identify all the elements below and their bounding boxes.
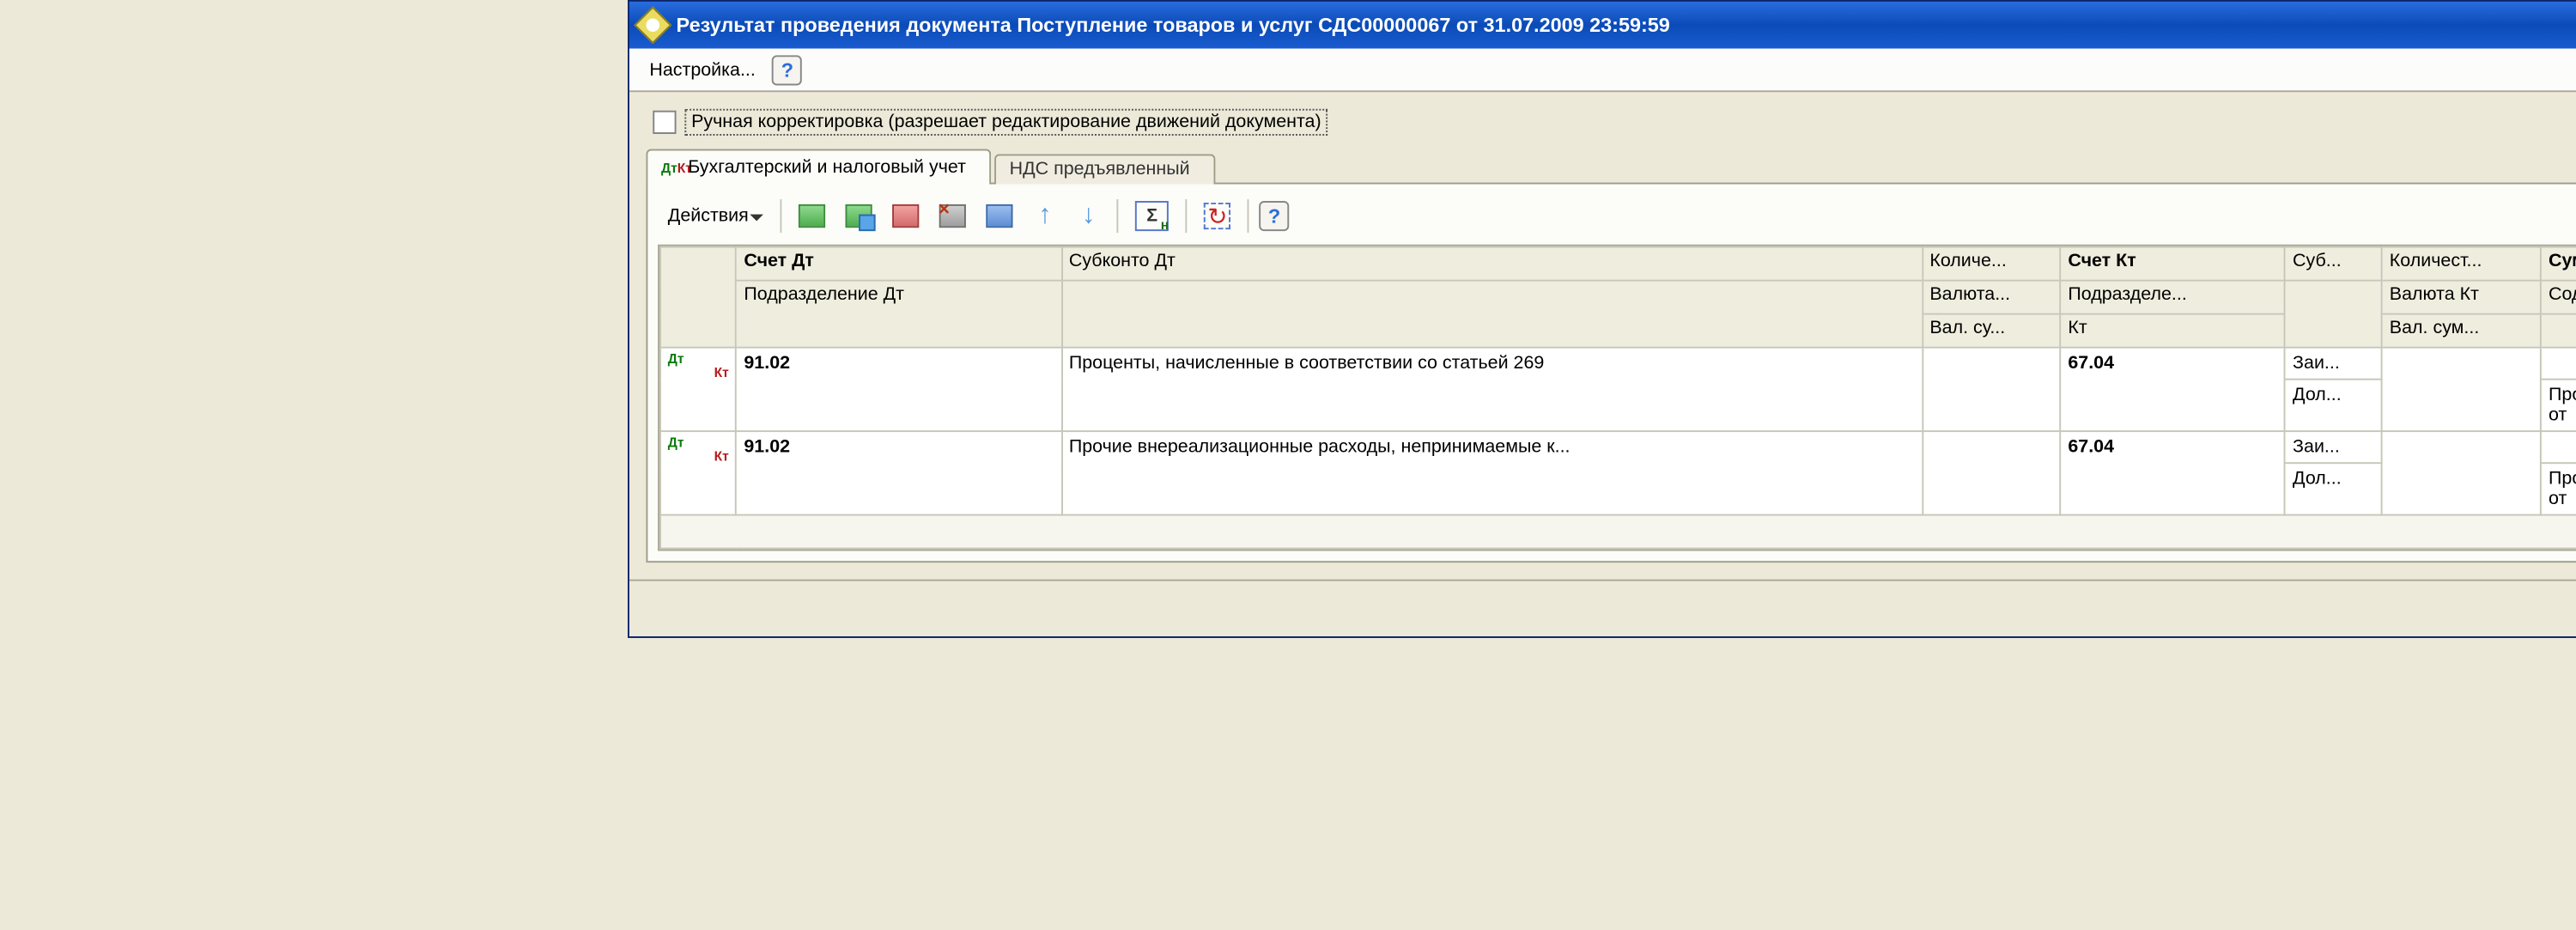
col-department-kt[interactable]: Подразделе...: [2061, 281, 2286, 314]
menu-settings[interactable]: Настройка...: [643, 56, 762, 82]
add-icon: [799, 204, 825, 228]
grid-footer-row: [660, 515, 2576, 549]
cell-account-kt[interactable]: 67.04: [2061, 431, 2286, 515]
cell-sub-kt-2[interactable]: Дол...: [2285, 463, 2382, 514]
tab-accounting-label: Бухгалтерский и налоговый учет: [688, 157, 966, 177]
actions-dropdown[interactable]: Действия: [661, 198, 770, 234]
col-account-kt[interactable]: Счет Кт: [2061, 247, 2286, 281]
toolbar-separator: [1117, 199, 1119, 233]
dtkt-icon: ДтКт: [661, 161, 681, 173]
manual-correction-checkbox[interactable]: [653, 111, 676, 134]
mark-delete-button[interactable]: [933, 198, 973, 234]
toolbar-separator: [1186, 199, 1188, 233]
grid-header: Счет Дт Субконто Дт Количе... Счет Кт Су…: [660, 247, 2576, 348]
cell-sum[interactable]: 79 623,29: [2541, 348, 2576, 380]
tab-vat[interactable]: НДС предъявленный: [994, 154, 1215, 184]
grid-body: ДтКт 91.02 Проценты, начисленные в соотв…: [660, 348, 2576, 549]
grid-toolbar: Действия ↑ ↓ Σн ↻ ?: [658, 194, 2576, 245]
col-currency-kt[interactable]: Валюта Кт: [2382, 281, 2541, 314]
cell-sub-kt-2[interactable]: Дол...: [2285, 380, 2382, 431]
form-body: Ручная корректировка (разрешает редактир…: [629, 92, 2576, 579]
col-sub-kt-2[interactable]: [2285, 281, 2382, 348]
spacer: [646, 562, 2576, 580]
mark-delete-icon: [939, 204, 966, 228]
accounting-grid: Счет Дт Субконто Дт Количе... Счет Кт Су…: [658, 245, 2576, 551]
cell-sum[interactable]: 5 308,22: [2541, 431, 2576, 463]
refresh-icon: ↻: [1204, 203, 1230, 229]
add-row-button[interactable]: [792, 198, 832, 234]
cell-sub-kt-1[interactable]: Заи...: [2285, 431, 2382, 463]
col-account-dt[interactable]: Счет Дт: [737, 247, 1061, 281]
col-subkonto-dt[interactable]: Субконто Дт: [1061, 247, 1923, 281]
save-icon: [987, 204, 1013, 228]
col-content-2[interactable]: [2541, 314, 2576, 348]
grid-table: Счет Дт Субконто Дт Количе... Счет Кт Су…: [659, 246, 2576, 550]
col-sub-kt[interactable]: Суб...: [2285, 247, 2382, 281]
tab-accounting[interactable]: ДтКт Бухгалтерский и налоговый учет: [646, 149, 991, 185]
manual-correction-label: Ручная корректировка (разрешает редактир…: [684, 109, 1327, 136]
cell-subkonto[interactable]: Проценты, начисленные в соответствии со …: [1061, 348, 1923, 432]
delete-button[interactable]: [886, 198, 927, 234]
tab-vat-label: НДС предъявленный: [1010, 159, 1190, 179]
help-icon[interactable]: ?: [772, 54, 802, 84]
save-button[interactable]: [980, 198, 1020, 234]
move-up-button[interactable]: ↑: [1026, 198, 1063, 234]
move-down-button[interactable]: ↓: [1070, 198, 1107, 234]
col-cur-amt-kt[interactable]: Вал. сум...: [2382, 314, 2541, 348]
table-row[interactable]: ДтКт 91.02 Прочие внереализационные расх…: [660, 431, 2576, 463]
tab-strip: ДтКт Бухгалтерский и налоговый учет НДС …: [646, 149, 2576, 185]
col-sum[interactable]: Сумма: [2541, 247, 2576, 281]
cell-content[interactable]: Проценты по займу по вх.д. от: [2541, 380, 2576, 431]
delete-icon: [892, 204, 919, 228]
cell-qty-kt[interactable]: [2382, 431, 2541, 515]
cell-subkonto[interactable]: Прочие внереализационные расходы, неприн…: [1061, 431, 1923, 515]
cell-sub-kt-1[interactable]: Заи...: [2285, 348, 2382, 380]
add-multi-icon: [846, 204, 872, 228]
titlebar: Результат проведения документа Поступлен…: [629, 2, 2576, 49]
row-marker: ДтКт: [660, 431, 737, 515]
add-copy-button[interactable]: [839, 198, 879, 234]
app-icon: [634, 6, 671, 44]
cell-account-dt[interactable]: 91.02: [737, 431, 1061, 515]
sum-button[interactable]: Σн: [1128, 198, 1176, 234]
cell-qty-kt[interactable]: [2382, 348, 2541, 432]
grid-footer-cell: [660, 515, 2576, 549]
cell-qty-dt[interactable]: [1923, 348, 2061, 432]
col-qty-kt[interactable]: Количест...: [2382, 247, 2541, 281]
cell-account-dt[interactable]: 91.02: [737, 348, 1061, 432]
cell-content[interactable]: Проценты по займу по вх.д. от: [2541, 463, 2576, 514]
col-content[interactable]: Содержание: [2541, 281, 2576, 314]
manual-correction-row: Ручная корректировка (разрешает редактир…: [653, 109, 2576, 136]
cell-account-kt[interactable]: 67.04: [2061, 348, 2286, 432]
arrow-up-icon: ↑: [1038, 204, 1052, 228]
cell-qty-dt[interactable]: [1923, 431, 2061, 515]
app-window: Результат проведения документа Поступлен…: [628, 0, 2576, 638]
col-rownum[interactable]: [660, 247, 737, 348]
toolbar-help-icon[interactable]: ?: [1260, 201, 1290, 231]
sigma-icon: Σн: [1135, 201, 1169, 231]
status-bar: Отчет по движениям документа OK Закрыть: [629, 580, 2576, 636]
col-kt[interactable]: Кт: [2061, 314, 2286, 348]
tab-panel-accounting: Действия ↑ ↓ Σн ↻ ?: [646, 183, 2576, 563]
col-cur-amt-dt[interactable]: Вал. су...: [1923, 314, 2061, 348]
col-qty-dt[interactable]: Количе...: [1923, 247, 2061, 281]
col-department-dt[interactable]: Подразделение Дт: [737, 281, 1061, 348]
table-row[interactable]: ДтКт 91.02 Проценты, начисленные в соотв…: [660, 348, 2576, 380]
col-subkonto-dt-2[interactable]: [1061, 281, 1923, 348]
toolbar-separator: [781, 199, 782, 233]
menubar: Настройка... ?: [629, 49, 2576, 93]
window-title: Результат проведения документа Поступлен…: [677, 14, 2576, 37]
toolbar-separator: [1248, 199, 1249, 233]
arrow-down-icon: ↓: [1082, 204, 1096, 228]
refresh-button[interactable]: ↻: [1197, 198, 1237, 234]
col-currency-dt[interactable]: Валюта...: [1923, 281, 2061, 314]
row-marker: ДтКт: [660, 348, 737, 432]
